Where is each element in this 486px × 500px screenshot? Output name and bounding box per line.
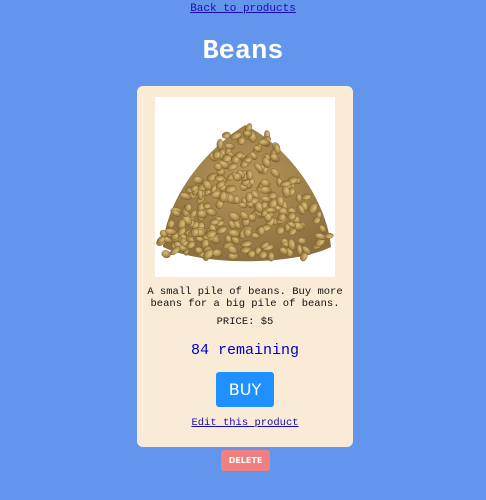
- product-price: PRICE: $5: [137, 316, 353, 328]
- back-to-products-link[interactable]: Back to products: [190, 3, 296, 15]
- price-value: $5: [260, 316, 274, 328]
- page-title: Beans: [202, 37, 284, 67]
- product-card: A small pile of beans. Buy more beans fo…: [137, 86, 353, 447]
- lentils-pile-image: [155, 97, 335, 277]
- product-description: A small pile of beans. Buy more beans fo…: [147, 286, 343, 310]
- stock-remaining: 84 remaining: [137, 342, 353, 360]
- price-label: PRICE:: [216, 316, 255, 328]
- back-link-container: Back to products: [0, 3, 486, 16]
- delete-button[interactable]: DELETE: [221, 450, 270, 471]
- edit-link-container: Edit this product: [137, 417, 353, 429]
- buy-button[interactable]: BUY: [216, 372, 274, 407]
- product-image: [155, 97, 335, 277]
- edit-product-link[interactable]: Edit this product: [191, 417, 298, 429]
- remaining-count: 84: [190, 342, 209, 359]
- remaining-label: remaining: [218, 342, 300, 359]
